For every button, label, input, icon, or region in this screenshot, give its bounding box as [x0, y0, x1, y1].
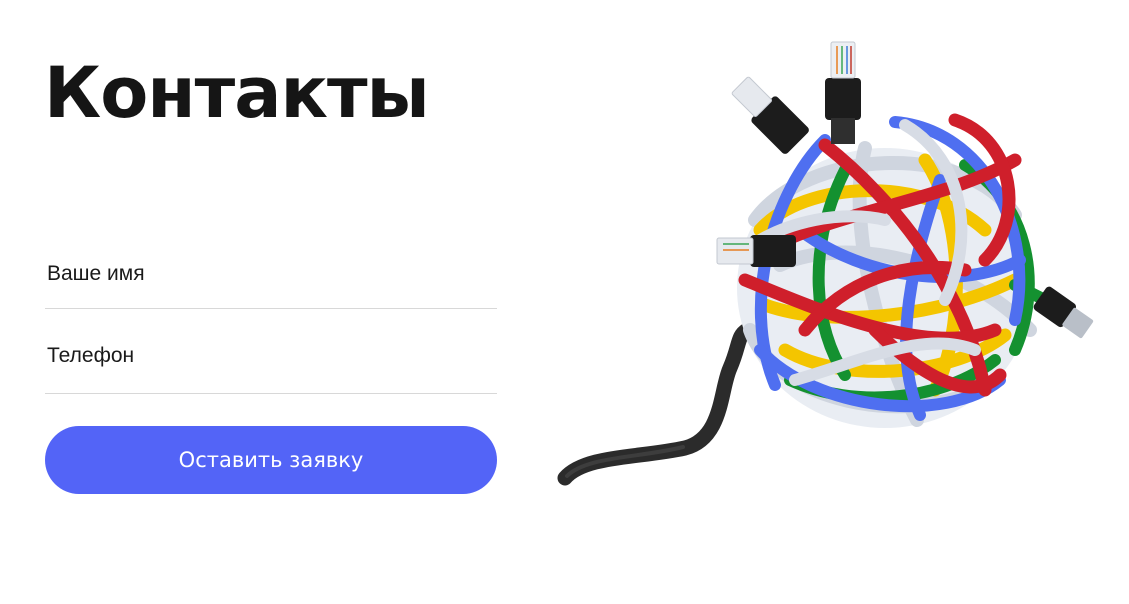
page-title: Контакты	[44, 52, 430, 134]
name-input[interactable]	[47, 262, 487, 286]
phone-field-row	[45, 309, 497, 394]
submit-request-button[interactable]: Оставить заявку	[45, 426, 497, 494]
contact-form: Оставить заявку	[45, 248, 497, 494]
phone-input[interactable]	[47, 344, 487, 368]
tangled-cables-illustration	[545, 30, 1105, 500]
tangled-cables-icon	[557, 41, 1094, 486]
name-field-row	[45, 248, 497, 309]
